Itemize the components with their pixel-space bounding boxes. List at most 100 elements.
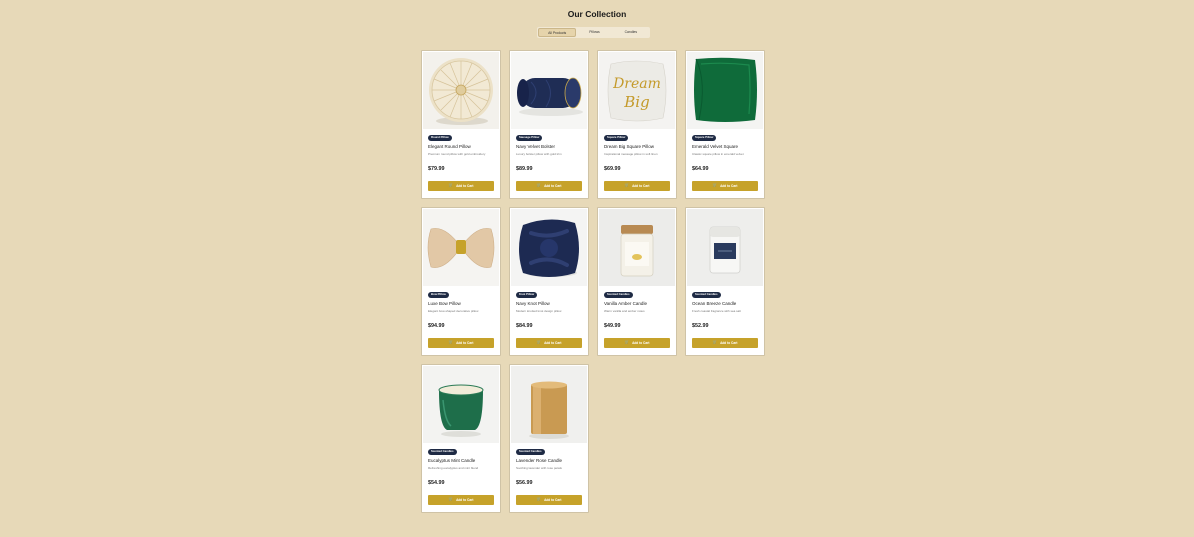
product-image[interactable] [599, 209, 675, 286]
bolster-pillow-image [511, 52, 587, 129]
add-to-cart-button[interactable]: 🛒 Add to Cart [516, 338, 582, 348]
product-description: Modern knotted knot design pillow [516, 309, 562, 313]
add-to-cart-button[interactable]: 🛒 Add to Cart [692, 338, 758, 348]
svg-text:Big: Big [623, 93, 649, 111]
product-image[interactable] [423, 52, 499, 129]
category-badge: Scented Candles [428, 449, 457, 455]
product-description: Elegant bow-shaped decorative pillow [428, 309, 479, 313]
product-name: Vanilla Amber Candle [604, 301, 647, 306]
cart-icon: 🛒 [712, 340, 718, 345]
product-description: Classic square pillow in emerald velvet [692, 152, 744, 156]
product-price: $56.99 [516, 480, 533, 486]
category-badge: Scented Candles [516, 449, 545, 455]
product-price: $79.99 [428, 166, 445, 172]
product-price: $89.99 [516, 166, 533, 172]
add-to-cart-label: Add to Cart [544, 341, 562, 345]
category-badge: Round Pillow [428, 135, 452, 141]
add-to-cart-button[interactable]: 🛒 Add to Cart [516, 495, 582, 505]
product-description: Luxury bolster pillow with gold trim [516, 152, 562, 156]
product-image[interactable] [511, 209, 587, 286]
product-price: $94.99 [428, 323, 445, 329]
product-name: Luxe Bow Pillow [428, 301, 461, 306]
category-badge: Square Pillow [604, 135, 629, 141]
product-price: $54.99 [428, 480, 445, 486]
tab-candles[interactable]: Candles [613, 28, 649, 37]
add-to-cart-button[interactable]: 🛒 Add to Cart [516, 181, 582, 191]
product-grid: Round Pillow Elegant Round Pillow Premiu… [421, 50, 765, 513]
add-to-cart-label: Add to Cart [456, 184, 474, 188]
product-image[interactable] [687, 209, 763, 286]
product-image[interactable] [423, 366, 499, 443]
cart-icon: 🛒 [536, 183, 542, 188]
add-to-cart-label: Add to Cart [632, 341, 650, 345]
add-to-cart-button[interactable]: 🛒 Add to Cart [428, 495, 494, 505]
category-badge: Bow Pillow [428, 292, 449, 298]
cart-icon: 🛒 [624, 340, 630, 345]
product-card[interactable]: Scented Candles Vanilla Amber Candle War… [597, 207, 677, 356]
page-title: Our Collection [567, 9, 627, 19]
lavender-candle-image [511, 366, 587, 443]
product-name: Ocean Breeze Candle [692, 301, 737, 306]
cart-icon: 🛒 [624, 183, 630, 188]
add-to-cart-label: Add to Cart [456, 498, 474, 502]
product-description: Soothing lavender with rose petals [516, 466, 562, 470]
product-card[interactable]: Knot Pillow Navy Knot Pillow Modern knot… [509, 207, 589, 356]
product-description: Premium round pillow with gold embroider… [428, 152, 486, 156]
add-to-cart-button[interactable]: 🛒 Add to Cart [692, 181, 758, 191]
product-image[interactable] [511, 366, 587, 443]
product-card[interactable]: Scented Candles Eucalyptus Mint Candle R… [421, 364, 501, 513]
add-to-cart-label: Add to Cart [456, 341, 474, 345]
product-name: Eucalyptus Mint Candle [428, 458, 476, 463]
product-image[interactable] [511, 52, 587, 129]
svg-text:Dream: Dream [612, 76, 661, 92]
product-description: Refreshing eucalyptus and mint blend [428, 466, 479, 470]
product-image[interactable] [687, 52, 763, 129]
tab-pillows[interactable]: Pillows [576, 28, 612, 37]
product-description: Inspirational message pillow in soft lin… [604, 152, 658, 156]
product-card[interactable]: Scented Candles Lavender Rose Candle Soo… [509, 364, 589, 513]
cart-icon: 🛒 [448, 340, 454, 345]
cart-icon: 🛒 [712, 183, 718, 188]
product-name: Dream Big Square Pillow [604, 144, 655, 149]
product-image[interactable]: Dream Big [599, 52, 675, 129]
product-card[interactable]: Sausage Pillow Navy Velvet Bolster Luxur… [509, 50, 589, 199]
product-price: $69.99 [604, 166, 621, 172]
add-to-cart-label: Add to Cart [544, 498, 562, 502]
add-to-cart-label: Add to Cart [720, 184, 738, 188]
cart-icon: 🛒 [536, 340, 542, 345]
add-to-cart-button[interactable]: 🛒 Add to Cart [604, 338, 670, 348]
emerald-pillow-image [687, 52, 763, 129]
category-badge: Knot Pillow [516, 292, 538, 298]
add-to-cart-button[interactable]: 🛒 Add to Cart [604, 181, 670, 191]
category-tabs: All Products Pillows Candles [537, 27, 650, 38]
cart-icon: 🛒 [448, 497, 454, 502]
product-image[interactable] [423, 209, 499, 286]
product-name: Emerald Velvet Square [692, 144, 739, 149]
add-to-cart-label: Add to Cart [720, 341, 738, 345]
product-price: $84.99 [516, 323, 533, 329]
add-to-cart-button[interactable]: 🛒 Add to Cart [428, 181, 494, 191]
product-card[interactable]: Bow Pillow Luxe Bow Pillow Elegant bow-s… [421, 207, 501, 356]
product-card[interactable]: Square Pillow Emerald Velvet Square Clas… [685, 50, 765, 199]
product-price: $64.99 [692, 166, 709, 172]
dream-big-pillow-image: Dream Big [599, 52, 675, 129]
product-name: Lavender Rose Candle [516, 458, 563, 463]
round-pillow-image [423, 52, 499, 129]
eucalyptus-candle-image [423, 366, 499, 443]
ocean-candle-image [687, 209, 763, 286]
cart-icon: 🛒 [448, 183, 454, 188]
category-badge: Sausage Pillow [516, 135, 543, 141]
product-card[interactable]: Dream Big Square Pillow Dream Big Square… [597, 50, 677, 199]
knot-pillow-image [511, 209, 587, 286]
add-to-cart-button[interactable]: 🛒 Add to Cart [428, 338, 494, 348]
category-badge: Square Pillow [692, 135, 717, 141]
product-price: $49.99 [604, 323, 621, 329]
category-badge: Scented Candles [692, 292, 721, 298]
product-card[interactable]: Round Pillow Elegant Round Pillow Premiu… [421, 50, 501, 199]
category-badge: Scented Candles [604, 292, 633, 298]
product-card[interactable]: Scented Candles Ocean Breeze Candle Fres… [685, 207, 765, 356]
tab-all-products[interactable]: All Products [538, 28, 577, 37]
product-name: Navy Velvet Bolster [516, 144, 556, 149]
cart-icon: 🛒 [536, 497, 542, 502]
product-name: Elegant Round Pillow [428, 144, 471, 149]
